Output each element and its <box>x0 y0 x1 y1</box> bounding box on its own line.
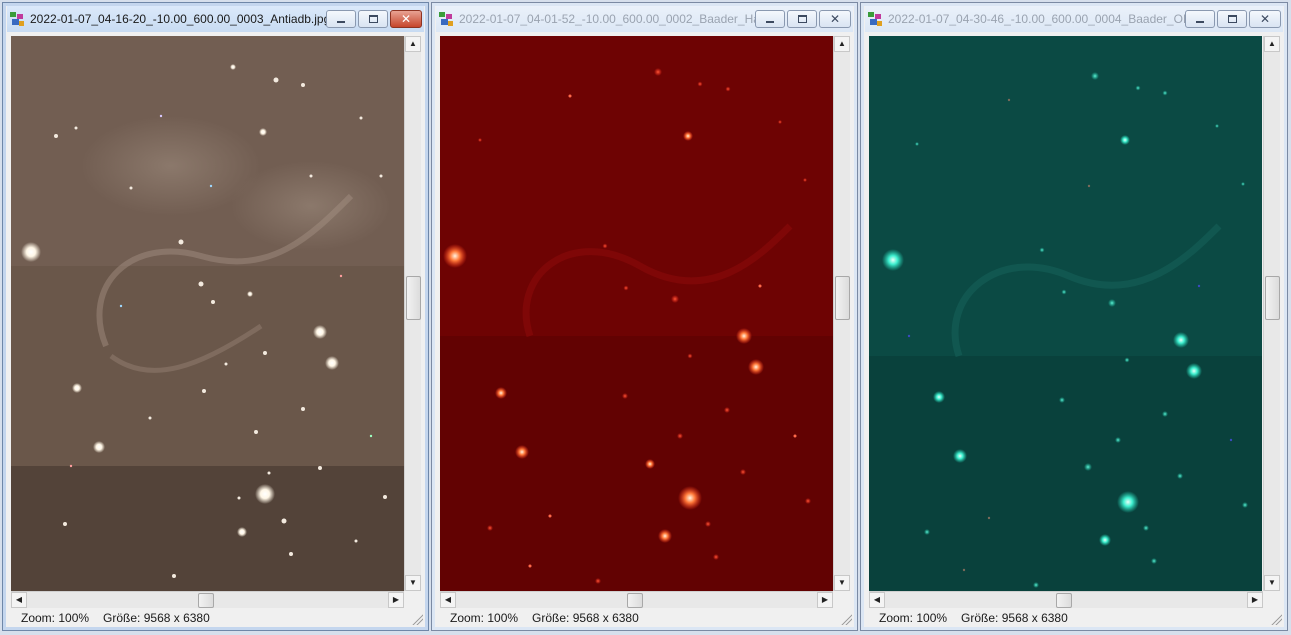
title-bar[interactable]: 2022-01-07_04-16-20_-10.00_600.00_0003_A… <box>7 6 424 32</box>
image-canvas[interactable] <box>440 36 833 591</box>
app-icon <box>10 12 24 26</box>
horizontal-scrollbar[interactable]: ◀ ▶ <box>440 591 833 608</box>
vertical-scrollbar[interactable]: ▲ ▼ <box>1263 36 1280 591</box>
minimize-icon <box>337 20 345 23</box>
status-bar: Zoom: 100% Größe: 9568 x 6380 <box>869 609 1068 627</box>
minimize-icon <box>1196 20 1204 23</box>
title-bar[interactable]: 2022-01-07_04-01-52_-10.00_600.00_0002_B… <box>436 6 853 32</box>
close-icon: ✕ <box>829 12 841 26</box>
scroll-corner <box>1263 591 1280 608</box>
close-icon: ✕ <box>1259 12 1271 26</box>
image-window-antiadb[interactable]: 2022-01-07_04-16-20_-10.00_600.00_0003_A… <box>2 2 429 631</box>
resize-grip[interactable] <box>840 613 852 625</box>
close-button[interactable]: ✕ <box>390 10 422 28</box>
scroll-down-button[interactable]: ▼ <box>834 575 850 591</box>
scroll-thumb[interactable] <box>835 276 850 320</box>
maximize-icon <box>797 15 807 23</box>
window-title: 2022-01-07_04-16-20_-10.00_600.00_0003_A… <box>30 12 326 26</box>
status-bar: Zoom: 100% Größe: 9568 x 6380 <box>440 609 639 627</box>
scroll-right-button[interactable]: ▶ <box>388 592 404 608</box>
zoom-label: Zoom: 100% <box>21 611 90 625</box>
image-window-baader-oiii[interactable]: 2022-01-07_04-30-46_-10.00_600.00_0004_B… <box>860 2 1288 631</box>
scroll-left-button[interactable]: ◀ <box>869 592 885 608</box>
maximize-button[interactable] <box>358 10 388 28</box>
minimize-button[interactable] <box>755 10 785 28</box>
scroll-thumb[interactable] <box>406 276 421 320</box>
baader-oiii-image <box>869 36 1262 591</box>
vertical-scrollbar[interactable]: ▲ ▼ <box>404 36 421 591</box>
horizontal-scrollbar[interactable]: ◀ ▶ <box>11 591 404 608</box>
window-title: 2022-01-07_04-01-52_-10.00_600.00_0002_B… <box>459 12 755 26</box>
close-button[interactable]: ✕ <box>1249 10 1281 28</box>
scroll-up-button[interactable]: ▲ <box>405 36 421 52</box>
scroll-up-button[interactable]: ▲ <box>834 36 850 52</box>
close-icon: ✕ <box>400 12 412 26</box>
scroll-right-button[interactable]: ▶ <box>1247 592 1263 608</box>
horizontal-scrollbar[interactable]: ◀ ▶ <box>869 591 1263 608</box>
status-bar: Zoom: 100% Größe: 9568 x 6380 <box>11 609 210 627</box>
maximize-icon <box>1227 15 1237 23</box>
vertical-scrollbar[interactable]: ▲ ▼ <box>833 36 850 591</box>
antiadb-image <box>11 36 404 591</box>
scroll-thumb[interactable] <box>1265 276 1280 320</box>
size-label: Größe: 9568 x 6380 <box>532 611 639 625</box>
zoom-label: Zoom: 100% <box>450 611 519 625</box>
app-icon <box>868 12 882 26</box>
scroll-thumb[interactable] <box>1056 593 1072 608</box>
scroll-up-button[interactable]: ▲ <box>1264 36 1280 52</box>
resize-grip[interactable] <box>1270 613 1282 625</box>
scroll-thumb[interactable] <box>627 593 643 608</box>
scroll-corner <box>833 591 850 608</box>
scroll-right-button[interactable]: ▶ <box>817 592 833 608</box>
size-label: Größe: 9568 x 6380 <box>961 611 1068 625</box>
minimize-button[interactable] <box>1185 10 1215 28</box>
maximize-icon <box>368 15 378 23</box>
resize-grip[interactable] <box>411 613 423 625</box>
scroll-left-button[interactable]: ◀ <box>11 592 27 608</box>
scroll-corner <box>404 591 421 608</box>
scroll-down-button[interactable]: ▼ <box>1264 575 1280 591</box>
image-window-baader-ha[interactable]: 2022-01-07_04-01-52_-10.00_600.00_0002_B… <box>431 2 858 631</box>
minimize-icon <box>766 20 774 23</box>
title-bar[interactable]: 2022-01-07_04-30-46_-10.00_600.00_0004_B… <box>865 6 1283 32</box>
image-canvas[interactable] <box>11 36 404 591</box>
zoom-label: Zoom: 100% <box>879 611 948 625</box>
baader-ha-image <box>440 36 833 591</box>
app-icon <box>439 12 453 26</box>
close-button[interactable]: ✕ <box>819 10 851 28</box>
maximize-button[interactable] <box>1217 10 1247 28</box>
maximize-button[interactable] <box>787 10 817 28</box>
minimize-button[interactable] <box>326 10 356 28</box>
image-canvas[interactable] <box>869 36 1262 591</box>
scroll-left-button[interactable]: ◀ <box>440 592 456 608</box>
window-title: 2022-01-07_04-30-46_-10.00_600.00_0004_B… <box>888 12 1185 26</box>
scroll-thumb[interactable] <box>198 593 214 608</box>
scroll-down-button[interactable]: ▼ <box>405 575 421 591</box>
size-label: Größe: 9568 x 6380 <box>103 611 210 625</box>
